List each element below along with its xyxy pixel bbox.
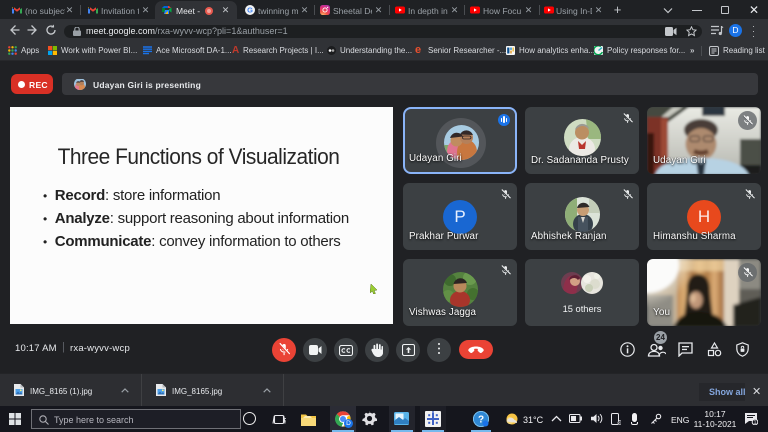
svg-text:G: G <box>247 6 253 15</box>
svg-text:1: 1 <box>754 420 757 425</box>
